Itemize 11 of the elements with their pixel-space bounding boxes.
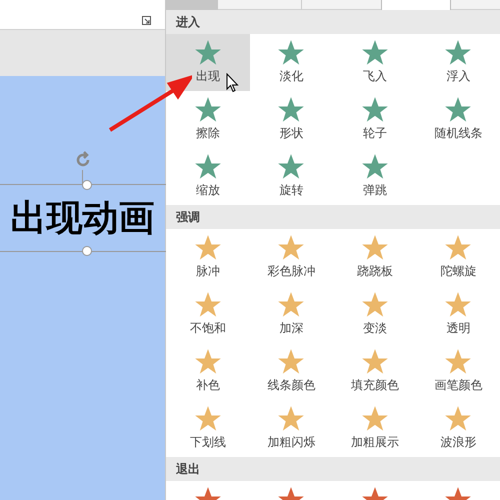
dropdown-field[interactable] [381,0,451,10]
section-header: 强调 [166,205,500,229]
text-box[interactable]: 出现动画 [0,184,166,252]
slide-title: 出现动画 [10,200,154,236]
resize-handle[interactable] [82,246,92,256]
section-header: 进入 [166,10,500,34]
section-header: 退出 [166,457,500,481]
dialog-launcher-icon[interactable] [142,16,151,25]
cursor-icon [226,73,239,93]
animation-option[interactable]: 出现 [166,34,250,91]
resize-handle[interactable] [82,180,92,190]
